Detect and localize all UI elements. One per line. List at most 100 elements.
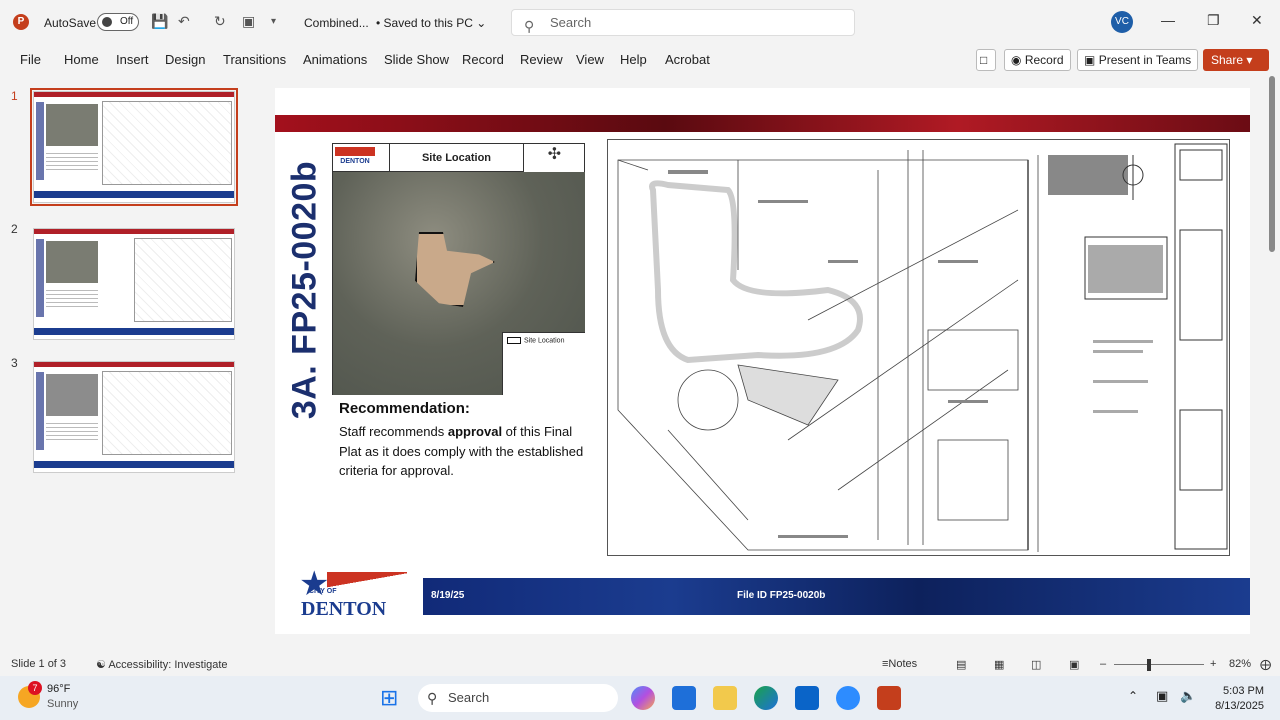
outlook-icon[interactable] <box>795 686 819 710</box>
search-input[interactable]: ⚲ Search <box>511 9 855 36</box>
tab-file[interactable]: File <box>20 52 41 67</box>
legend-swatch <box>507 337 521 344</box>
thumb-title <box>36 372 44 450</box>
volume-icon[interactable]: 🔈 <box>1180 688 1196 704</box>
title-bar: P AutoSave Off 💾 ↶ ↻ ▣ ▾ Combined... • S… <box>0 0 1280 44</box>
minimize-icon[interactable]: — <box>1161 12 1175 28</box>
accessibility-icon: ☯ <box>96 659 106 671</box>
tab-slide-show[interactable]: Slide Show <box>384 52 449 67</box>
ribbon-tabs: File Home Insert Design Transitions Anim… <box>0 44 1280 76</box>
thumb-top-band <box>34 362 234 367</box>
thumbnail-number: 3 <box>11 356 18 370</box>
slide-thumbnail-1[interactable] <box>30 88 238 206</box>
notes-button[interactable]: ≡Notes <box>882 658 917 670</box>
tab-animations[interactable]: Animations <box>303 52 367 67</box>
vertical-scrollbar[interactable] <box>1266 76 1278 636</box>
weather-badge: 7 <box>28 681 42 695</box>
system-clock[interactable]: 5:03 PM 8/13/2025 <box>1210 684 1264 714</box>
edge-icon[interactable] <box>754 686 778 710</box>
thumb-bottom-band <box>34 328 234 335</box>
present-from-start-icon[interactable]: ▣ <box>242 13 255 30</box>
customize-toolbar-icon[interactable]: ▾ <box>271 16 276 27</box>
network-icon[interactable]: ▣ <box>1156 688 1168 704</box>
save-icon[interactable]: 💾 <box>151 13 168 30</box>
zoom-slider[interactable] <box>1114 664 1204 665</box>
slide-thumbnail-2[interactable] <box>33 228 235 340</box>
tab-transitions[interactable]: Transitions <box>223 52 286 67</box>
tab-home[interactable]: Home <box>64 52 99 67</box>
taskbar-search[interactable]: ⚲ Search <box>418 684 618 712</box>
show-hidden-icons-icon[interactable]: ⌃ <box>1128 689 1138 703</box>
slide-canvas[interactable]: 3A. FP25-0020b DENTON Site Location ✣ Si… <box>275 88 1250 634</box>
tab-design[interactable]: Design <box>165 52 205 67</box>
present-in-teams-button[interactable]: ▣ Present in Teams <box>1077 49 1199 71</box>
slide-thumbnail-3[interactable] <box>33 361 235 473</box>
thumb-top-band <box>34 92 234 97</box>
map-title: Site Location <box>389 144 523 172</box>
zoom-in-icon[interactable]: + <box>1210 658 1216 670</box>
copilot-icon[interactable] <box>631 686 655 710</box>
document-name[interactable]: Combined... <box>304 16 369 30</box>
thumb-text <box>46 420 98 440</box>
recommendation-bold: approval <box>447 424 503 439</box>
slide-sorter-icon[interactable]: ▦ <box>994 658 1004 671</box>
powerpoint-taskbar-icon[interactable] <box>877 686 901 710</box>
zoom-out-icon[interactable]: – <box>1100 658 1106 670</box>
reading-view-icon[interactable]: ◫ <box>1031 658 1041 671</box>
normal-view-icon[interactable]: ▤ <box>956 658 966 671</box>
final-plat-drawing <box>607 139 1230 556</box>
slide-title: 3A. FP25-0020b <box>285 140 325 440</box>
slide-footer-band: 8/19/25 File ID FP25-0020b <box>423 578 1250 615</box>
tab-review[interactable]: Review <box>520 52 563 67</box>
search-icon: ⚲ <box>427 690 438 706</box>
save-status[interactable]: • Saved to this PC ⌄ <box>376 16 486 30</box>
slide-show-icon[interactable]: ▣ <box>1069 658 1079 671</box>
footer-file-id: File ID FP25-0020b <box>737 590 826 601</box>
restore-icon[interactable]: ❐ <box>1207 12 1220 29</box>
file-explorer-icon[interactable] <box>713 686 737 710</box>
fit-to-window-icon[interactable]: ⨁ <box>1260 658 1271 671</box>
tab-view[interactable]: View <box>576 52 604 67</box>
map-header: DENTON Site Location <box>333 144 523 172</box>
scrollbar-thumb[interactable] <box>1269 76 1275 252</box>
present-button-label: Present in Teams <box>1098 53 1192 67</box>
undo-icon[interactable]: ↶ <box>178 13 190 30</box>
thumb-top-band <box>34 229 234 234</box>
recommendation-text: Staff recommends approval of this Final … <box>339 422 589 481</box>
thumb-bottom-band <box>34 461 234 468</box>
tab-insert[interactable]: Insert <box>116 52 149 67</box>
share-button[interactable]: Share ▾ <box>1203 49 1269 71</box>
slide-counter: Slide 1 of 3 <box>11 658 67 670</box>
teams-icon: ▣ <box>1084 53 1096 67</box>
tab-acrobat[interactable]: Acrobat <box>665 52 710 67</box>
footer-date: 8/19/25 <box>431 590 465 601</box>
weather-condition: Sunny <box>47 698 79 710</box>
user-avatar[interactable]: VC <box>1111 11 1133 33</box>
redo-icon[interactable]: ↻ <box>214 13 226 30</box>
record-button-label: Record <box>1024 53 1064 67</box>
search-icon: ⚲ <box>524 18 535 34</box>
zoom-slider-thumb[interactable] <box>1147 659 1151 671</box>
close-icon[interactable]: ✕ <box>1251 12 1263 29</box>
thumb-map <box>46 104 98 146</box>
recommendation-pre: Staff recommends <box>339 424 448 439</box>
autosave-toggle[interactable]: Off <box>97 13 139 31</box>
plat-linework <box>617 143 1228 552</box>
record-button[interactable]: ◉ Record <box>1004 49 1071 71</box>
tab-record[interactable]: Record <box>462 52 504 67</box>
chevron-down-icon: ⌄ <box>476 16 487 30</box>
record-dot-icon: ◉ <box>1011 53 1022 67</box>
zoom-app-icon[interactable] <box>836 686 860 710</box>
legend-label: Site Location <box>524 337 565 345</box>
status-bar: Slide 1 of 3 ☯ Accessibility: Investigat… <box>0 654 1280 676</box>
tab-help[interactable]: Help <box>620 52 647 67</box>
site-parcel-outline <box>415 232 495 307</box>
store-icon[interactable] <box>672 686 696 710</box>
powerpoint-logo-icon: P <box>13 14 29 30</box>
comments-icon[interactable]: □ <box>976 49 996 71</box>
accessibility-status[interactable]: ☯ Accessibility: Investigate <box>96 658 228 671</box>
windows-start-icon[interactable]: ⊞ <box>380 685 398 711</box>
thumb-map <box>46 374 98 416</box>
zoom-level[interactable]: 82% <box>1229 658 1251 670</box>
search-placeholder: Search <box>550 15 592 30</box>
